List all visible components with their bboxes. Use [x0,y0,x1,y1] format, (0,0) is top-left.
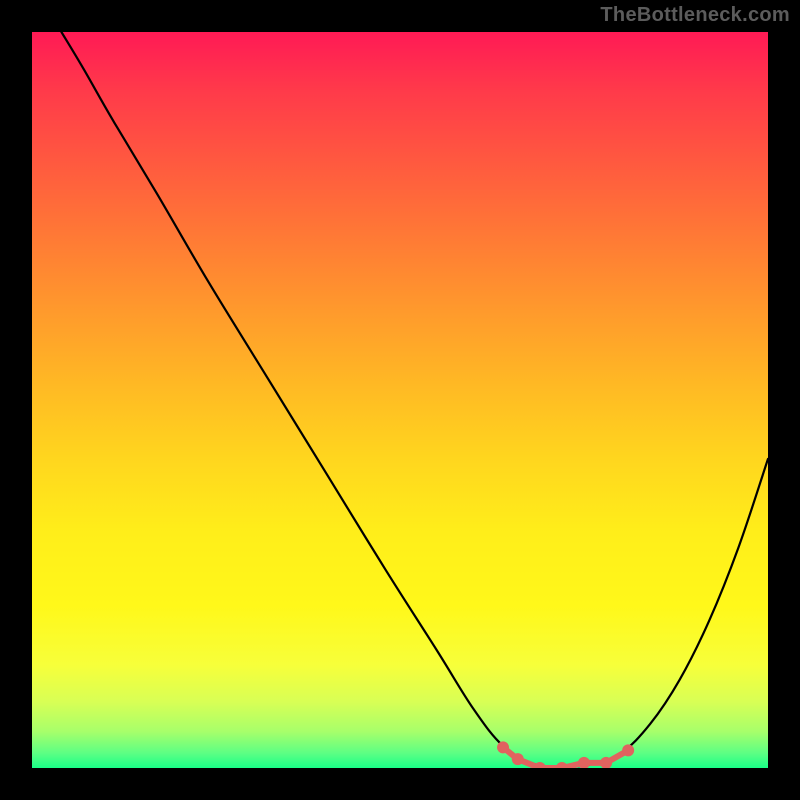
highlight-dot [497,741,509,753]
watermark-text: TheBottleneck.com [600,4,790,27]
chart-frame: TheBottleneck.com [0,0,800,800]
highlight-dot [534,762,546,768]
highlight-dot [556,762,568,768]
plot-area [32,32,768,768]
curve-path [61,32,768,767]
highlight-dots [497,741,634,768]
highlight-dot [578,757,590,768]
highlight-dot [622,744,634,756]
highlight-dot [512,753,524,765]
plot-svg [32,32,768,768]
